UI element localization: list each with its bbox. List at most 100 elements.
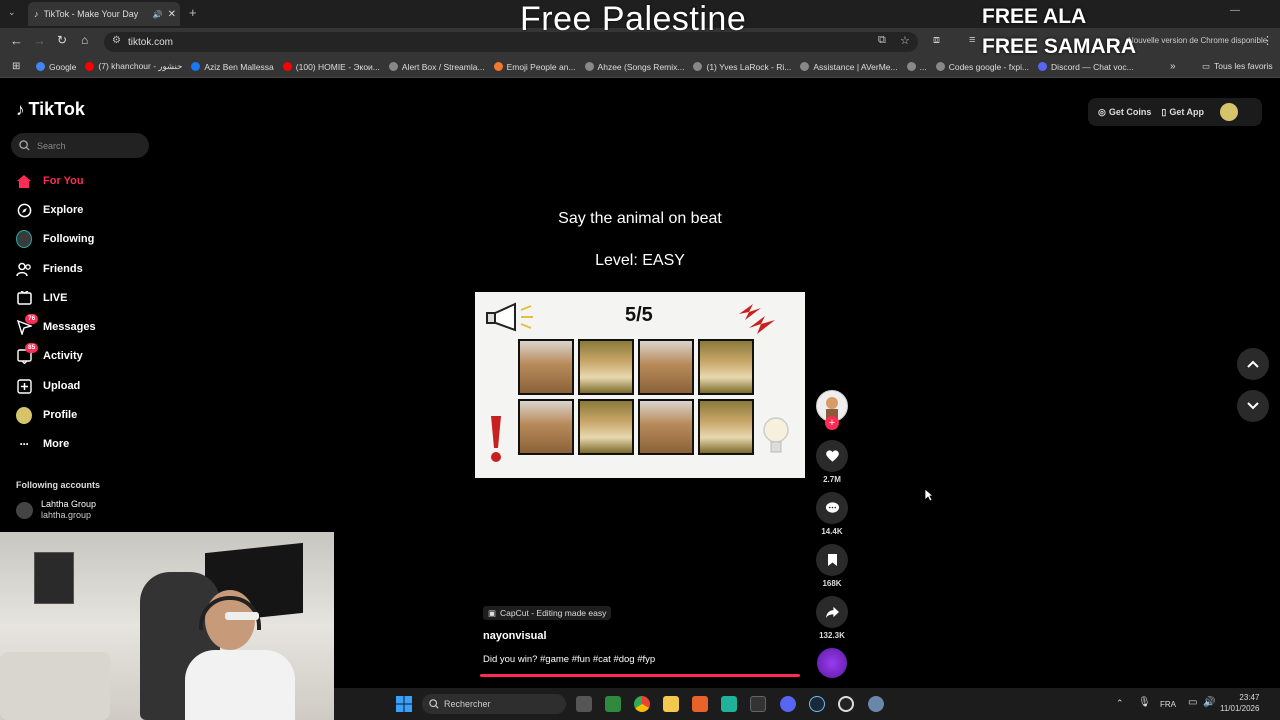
friends-icon bbox=[16, 261, 32, 277]
facebook-icon bbox=[191, 62, 201, 71]
clock-time: 23:47 bbox=[1239, 693, 1260, 702]
settings-icon[interactable] bbox=[868, 696, 884, 712]
app-green-icon[interactable] bbox=[605, 696, 621, 712]
previous-video-button[interactable] bbox=[1237, 348, 1269, 380]
install-app-icon[interactable]: ⧉ bbox=[878, 34, 886, 47]
home-icon[interactable]: ⌂ bbox=[81, 33, 88, 47]
capcut-tag[interactable]: ▣ CapCut - Editing made easy bbox=[483, 606, 612, 620]
forward-icon[interactable]: → bbox=[33, 33, 46, 48]
bookmark-misc[interactable]: ... bbox=[906, 62, 927, 72]
dog-image bbox=[698, 399, 754, 455]
comment-button[interactable]: 14.4K bbox=[816, 492, 848, 536]
video-author[interactable]: nayonvisual bbox=[483, 630, 547, 642]
taskbar-search[interactable]: Rechercher bbox=[422, 694, 566, 714]
minimize-icon[interactable]: — bbox=[1230, 5, 1240, 16]
bookmark-alertbox[interactable]: Alert Box / Streamla... bbox=[388, 62, 485, 72]
nav-upload[interactable]: Upload bbox=[16, 375, 80, 397]
bookmark-emoji[interactable]: Emoji People an... bbox=[493, 62, 576, 72]
windows-start-icon[interactable] bbox=[396, 696, 412, 712]
tab-search-icon[interactable]: ⌄ bbox=[8, 7, 16, 18]
cat-image bbox=[518, 399, 574, 455]
following-account-item[interactable]: Lahtha Group lahtha.group bbox=[16, 499, 96, 521]
app-teal-icon[interactable] bbox=[721, 696, 737, 712]
audio-icon[interactable]: 🔊 bbox=[153, 10, 163, 19]
system-clock[interactable]: 23:47 11/01/2026 bbox=[1220, 692, 1259, 714]
overlay-line-2: FREE SAMARA bbox=[982, 35, 1137, 58]
nav-explore[interactable]: Explore bbox=[16, 199, 83, 221]
address-bar[interactable]: ⚙ tiktok.com ⧉ ☆ bbox=[104, 32, 918, 52]
tray-chevron-icon[interactable]: ⌃ bbox=[1116, 698, 1124, 709]
search-input[interactable]: Search bbox=[11, 133, 149, 158]
tab-close-icon[interactable]: ✕ bbox=[168, 9, 176, 20]
share-button[interactable]: 132.3K bbox=[816, 596, 848, 640]
lightning-icon bbox=[739, 304, 775, 334]
comment-count: 14.4K bbox=[821, 527, 843, 536]
nav-live[interactable]: LIVE bbox=[16, 287, 67, 309]
phone-icon: ▯ bbox=[1161, 106, 1167, 117]
extensions-icon[interactable]: ⧈ bbox=[933, 34, 940, 47]
bookmark-codes[interactable]: Codes google - fxpi... bbox=[935, 62, 1029, 72]
account-avatar bbox=[16, 501, 33, 519]
app-orange-icon[interactable] bbox=[692, 696, 708, 712]
chevron-down-icon bbox=[1247, 402, 1259, 410]
bookmark-avermedia[interactable]: Assistance | AVerMe... bbox=[800, 62, 898, 72]
reload-icon[interactable]: ↻ bbox=[57, 33, 67, 47]
like-button[interactable]: 2.7M bbox=[816, 440, 848, 484]
user-avatar[interactable] bbox=[1220, 103, 1238, 121]
app-dark-icon[interactable] bbox=[750, 696, 766, 712]
task-view-icon[interactable] bbox=[576, 696, 592, 712]
follow-plus-button[interactable]: + bbox=[825, 416, 839, 430]
new-tab-icon[interactable]: + bbox=[189, 5, 197, 20]
nav-following[interactable]: Following bbox=[16, 228, 94, 250]
site-info-icon[interactable]: ⚙ bbox=[112, 35, 121, 46]
language-indicator[interactable]: FRA bbox=[1160, 700, 1176, 709]
steam-icon[interactable] bbox=[809, 696, 825, 712]
volume-icon[interactable]: 🔊 bbox=[1203, 697, 1215, 708]
bookmarks-overflow[interactable]: » bbox=[1170, 61, 1176, 72]
video-player[interactable]: 5/5 bbox=[475, 292, 805, 478]
back-icon[interactable]: ← bbox=[10, 33, 23, 48]
sofa-image bbox=[0, 652, 110, 720]
youtube-icon bbox=[282, 62, 292, 71]
account-name: Lahtha Group bbox=[41, 499, 97, 509]
tiktok-logo[interactable]: ♪ TikTok bbox=[16, 99, 85, 120]
bookmark-homie[interactable]: (100) HOMIE - Экои... bbox=[282, 62, 380, 72]
bookmark-icon bbox=[827, 554, 837, 566]
bookmark-google[interactable]: Google bbox=[36, 62, 76, 72]
nav-activity[interactable]: 85 Activity bbox=[16, 343, 83, 367]
save-button[interactable]: 168K bbox=[816, 544, 848, 588]
nav-friends[interactable]: Friends bbox=[16, 258, 83, 280]
music-disc-icon[interactable] bbox=[817, 648, 847, 678]
bookmark-yves[interactable]: (1) Yves LaRock - Ri... bbox=[693, 62, 791, 72]
nav-more[interactable]: ··· More bbox=[16, 433, 70, 455]
chrome-icon[interactable] bbox=[634, 696, 650, 712]
bookmark-discord[interactable]: Discord — Chat voc... bbox=[1038, 62, 1134, 72]
all-bookmarks[interactable]: ▭ Tous les favoris bbox=[1202, 61, 1273, 72]
media-controls-icon[interactable]: ≡ bbox=[969, 34, 975, 46]
nav-for-you[interactable]: For You bbox=[16, 170, 84, 192]
next-video-button[interactable] bbox=[1237, 390, 1269, 422]
obs-icon[interactable] bbox=[838, 696, 854, 712]
bookmark-ahzee[interactable]: Ahzee (Songs Remix... bbox=[584, 62, 684, 72]
streamer-image bbox=[185, 590, 295, 720]
microphone-icon[interactable]: 🎙 bbox=[1138, 697, 1151, 708]
bookmark-aziz[interactable]: Aziz Ben Mallessa bbox=[191, 62, 274, 72]
chrome-update-notice[interactable]: Nouvelle version de Chrome disponible bbox=[1128, 36, 1267, 45]
video-progress-bar[interactable] bbox=[480, 674, 800, 677]
bookmark-khanchour[interactable]: (7) khanchour - حنشور bbox=[85, 61, 182, 72]
apps-grid-icon[interactable]: ⊞ bbox=[12, 61, 20, 72]
tab-tiktok[interactable]: ♪ TikTok - Make Your Day 🔊 ✕ bbox=[28, 2, 180, 26]
get-coins-button[interactable]: ◎ Get Coins bbox=[1098, 107, 1151, 118]
tiktok-favicon-icon: ♪ bbox=[34, 9, 39, 19]
dog-image bbox=[578, 339, 634, 395]
file-explorer-icon[interactable] bbox=[663, 696, 679, 712]
nav-profile[interactable]: Profile bbox=[16, 404, 77, 426]
chrome-menu-icon[interactable]: ⋮ bbox=[1262, 34, 1273, 47]
network-icon[interactable]: ▭ bbox=[1188, 697, 1197, 708]
messages-badge: 76 bbox=[25, 314, 39, 324]
bookmark-star-icon[interactable]: ☆ bbox=[900, 34, 910, 47]
get-app-button[interactable]: ▯ Get App bbox=[1161, 107, 1204, 118]
cat-image bbox=[638, 339, 694, 395]
discord-icon[interactable] bbox=[780, 696, 796, 712]
nav-messages[interactable]: 76 Messages bbox=[16, 314, 96, 338]
